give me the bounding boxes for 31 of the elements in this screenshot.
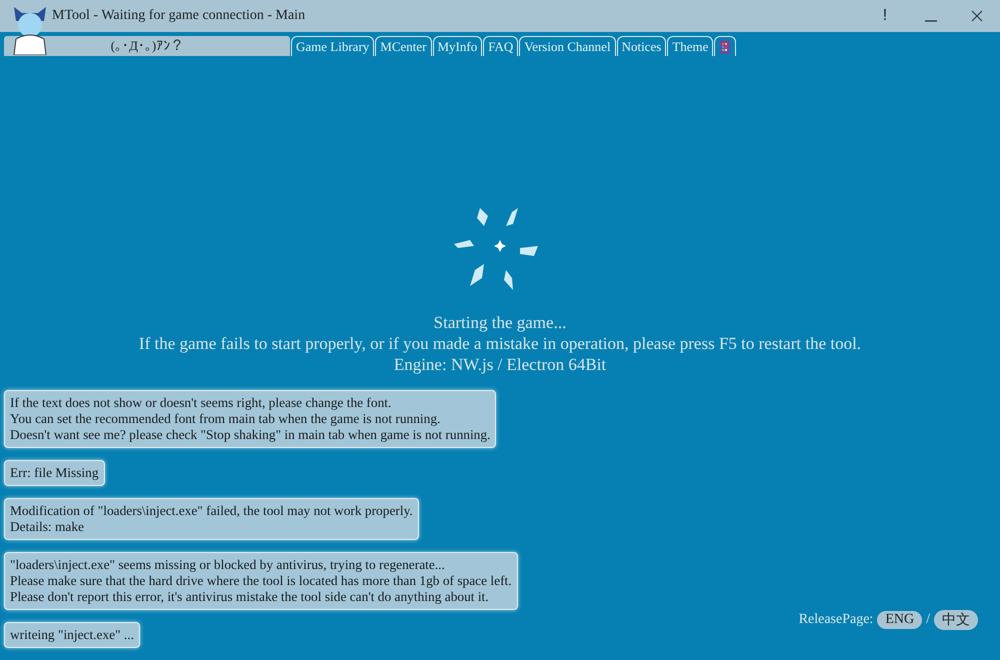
tab[interactable]: FAQ	[483, 36, 518, 56]
window-title: MTool - Waiting for game connection - Main	[52, 8, 306, 24]
grid-icon	[719, 40, 732, 54]
message-text: writeing "inject.exe" ...	[10, 627, 134, 643]
status-text: Engine: NW.js / Electron 64Bit	[394, 354, 606, 375]
status-text: If the game fails to start properly, or if you made a mistake in operation, please press F5 to restart the tool.	[138, 333, 862, 354]
message-text: Details: make	[10, 519, 85, 535]
message-text: If the text does not show or doesn't seems right, please change the font.	[10, 395, 392, 411]
tab[interactable]: Game Library	[291, 36, 374, 56]
release-page-label: ReleasePage:	[798, 612, 874, 628]
grid-tab[interactable]	[714, 36, 736, 56]
notice-button[interactable]: !	[862, 1, 908, 31]
tab[interactable]: Notices	[616, 36, 666, 56]
release-link[interactable]: ENG	[877, 611, 922, 629]
tab[interactable]: Theme	[667, 36, 714, 56]
separator-text: /	[926, 612, 930, 628]
minimize-icon	[925, 20, 937, 22]
release-link[interactable]: 中文	[934, 610, 978, 630]
message-text: Modification of "loaders\inject.exe" failed, the tool may not work properly.	[10, 503, 413, 519]
status-field: (｡･Д･｡)ｱﾝ？	[4, 36, 290, 56]
message-text: Please make sure that the hard drive where the tool is located has more than 1gb of space left.	[10, 573, 512, 589]
message-text: "loaders\inject.exe" seems missing or blocked by antivirus, trying to regenerate...	[10, 557, 446, 573]
message-text: Doesn't want see me? please check "Stop shaking" in main tab when game is not running.	[10, 427, 490, 443]
message-text: Please don't report this error, it's antivirus mistake the tool side can't do anything about it.	[10, 589, 490, 605]
message-text: You can set the recommended font from main tab when the game is not running.	[10, 411, 442, 427]
status-text: Starting the game...	[434, 312, 566, 333]
close-icon	[971, 10, 983, 22]
tab[interactable]: MyInfo	[432, 36, 482, 56]
message-text: Err: file Missing	[10, 465, 99, 481]
tab[interactable]: MCenter	[375, 36, 432, 56]
tab[interactable]: Version Channel	[519, 36, 616, 56]
